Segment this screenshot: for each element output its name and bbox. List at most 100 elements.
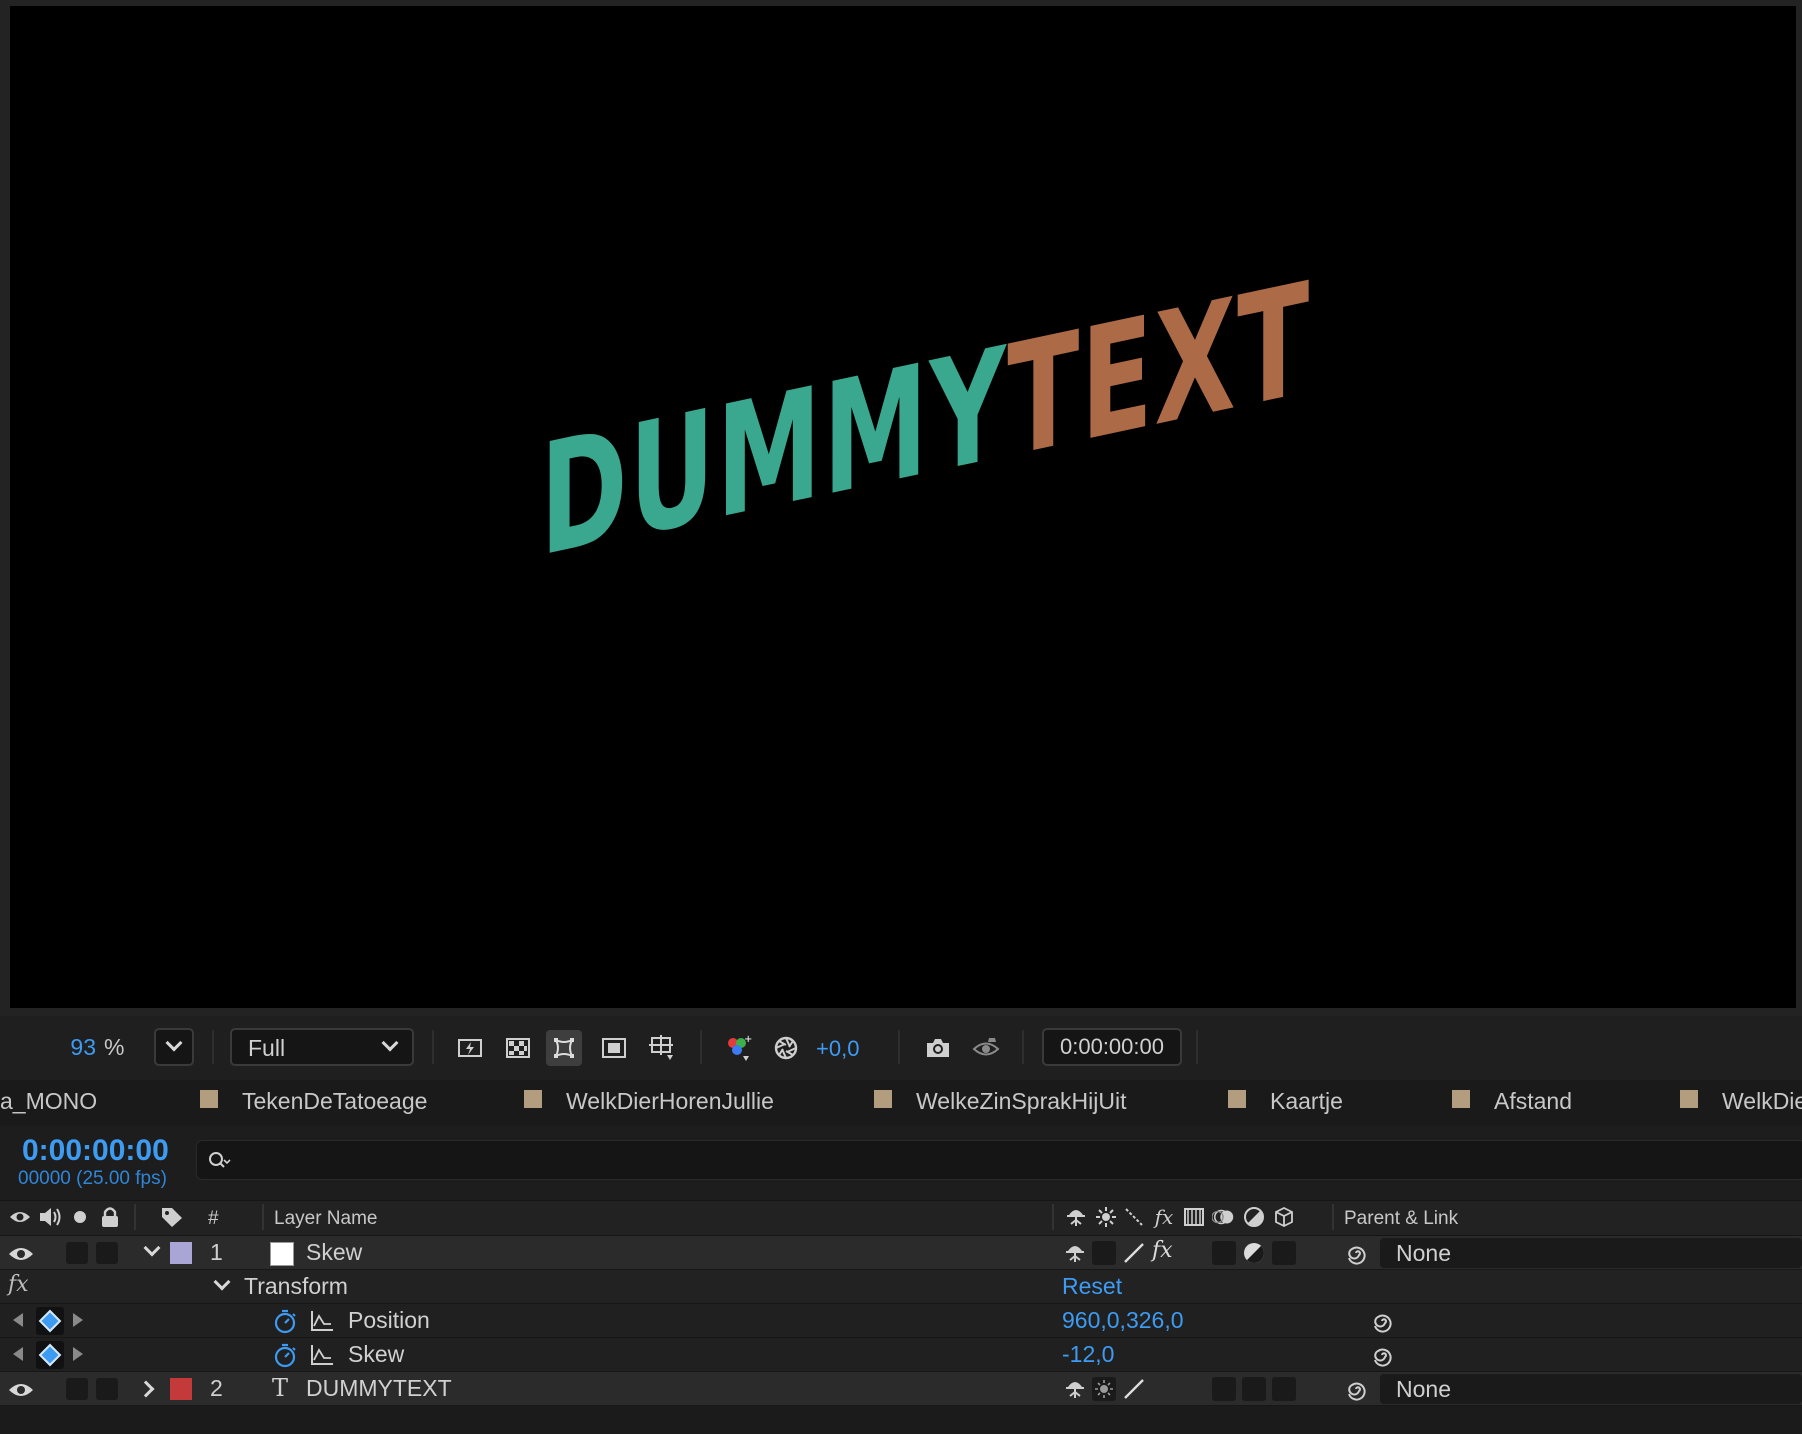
chevron-down-icon[interactable] [213, 1273, 231, 1291]
pick-whip-icon[interactable] [1344, 1377, 1368, 1401]
3d-layer-icon[interactable] [1272, 1205, 1296, 1229]
solo-switch[interactable] [66, 1378, 88, 1400]
motion-blur-icon[interactable] [1212, 1205, 1236, 1229]
composition-viewer-panel: DUMMYTEXT [0, 0, 1802, 1016]
layer-search-input[interactable] [196, 1140, 1802, 1180]
stopwatch-icon[interactable] [272, 1342, 298, 1368]
eye-icon[interactable] [8, 1244, 34, 1264]
graph-editor-icon[interactable] [310, 1344, 334, 1366]
next-keyframe-icon[interactable] [72, 1346, 84, 1362]
shy-icon[interactable] [1064, 1205, 1088, 1229]
column-layer-name[interactable]: Layer Name [274, 1208, 378, 1230]
motion-blur-switch[interactable] [1212, 1377, 1236, 1401]
column-divider [262, 1204, 264, 1230]
shy-icon[interactable] [1064, 1242, 1086, 1264]
eye-icon[interactable] [8, 1205, 32, 1229]
solo-icon[interactable] [68, 1205, 92, 1229]
collapse-transform-icon[interactable] [1094, 1205, 1118, 1229]
reset-exposure-icon[interactable] [768, 1030, 804, 1066]
graph-editor-icon[interactable] [310, 1310, 334, 1332]
frame-rate-info: 00000 (25.00 fps) [18, 1168, 167, 1189]
layer-row-dummytext[interactable]: 2 T DUMMYTEXT None [0, 1372, 1802, 1406]
tab-welkdie[interactable]: WelkDie [1722, 1088, 1802, 1118]
tab-welkezinsprakhijuit[interactable]: WelkeZinSprakHijUit [916, 1088, 1126, 1118]
transform-reset-link[interactable]: Reset [1062, 1273, 1122, 1300]
composition-text: DUMMYTEXT [540, 250, 1311, 592]
effects-fx-icon[interactable]: fx [8, 1272, 29, 1297]
collapse-transform-icon[interactable] [1092, 1377, 1116, 1401]
adjustment-layer-icon[interactable] [1242, 1205, 1266, 1229]
speaker-icon[interactable] [38, 1205, 62, 1229]
tab-afstand[interactable]: Afstand [1494, 1088, 1572, 1118]
layer-label-swatch[interactable] [170, 1378, 192, 1400]
quality-icon[interactable] [1122, 1205, 1146, 1229]
motion-blur-switch[interactable] [1212, 1241, 1236, 1265]
lock-icon[interactable] [98, 1205, 122, 1229]
frame-blending-icon[interactable] [1182, 1205, 1206, 1229]
effects-fx-icon[interactable]: fx [1152, 1205, 1176, 1229]
comp-text-dummy: DUMMY [540, 314, 1008, 592]
stopwatch-icon[interactable] [272, 1308, 298, 1334]
adjustment-layer-icon[interactable] [1242, 1241, 1266, 1265]
column-parent-link[interactable]: Parent & Link [1344, 1208, 1458, 1230]
eye-icon[interactable] [8, 1380, 34, 1400]
property-value[interactable]: -12,0 [1062, 1341, 1114, 1368]
viewer-timecode[interactable]: 0:00:00:00 [1042, 1028, 1182, 1066]
parent-dropdown[interactable]: None [1380, 1374, 1802, 1404]
layer-label-swatch[interactable] [170, 1242, 192, 1264]
current-time-display[interactable]: 0:00:00:00 [22, 1134, 169, 1168]
tab-color-swatch [1228, 1090, 1246, 1108]
tab-tekendetatoeage[interactable]: TekenDeTatoeage [242, 1088, 427, 1118]
text-layer-icon: T [272, 1374, 289, 1402]
composition-viewer[interactable]: DUMMYTEXT [10, 6, 1796, 1008]
previous-keyframe-icon[interactable] [12, 1346, 24, 1362]
property-row-position[interactable]: Position 960,0,326,0 [0, 1304, 1802, 1338]
lock-switch[interactable] [96, 1242, 118, 1264]
camera-snapshot-icon[interactable] [920, 1030, 956, 1066]
3d-layer-switch[interactable] [1272, 1241, 1296, 1265]
toolbar-divider [1196, 1030, 1198, 1064]
solo-switch[interactable] [66, 1242, 88, 1264]
chevron-right-icon[interactable] [137, 1380, 155, 1398]
timeline-empty-area [0, 1406, 1802, 1434]
zoom-dropdown[interactable] [154, 1028, 194, 1066]
adjustment-layer-switch[interactable] [1242, 1377, 1266, 1401]
parent-dropdown[interactable]: None [1380, 1238, 1802, 1268]
exposure-value[interactable]: +0,0 [816, 1036, 859, 1062]
label-tag-icon[interactable] [160, 1205, 184, 1229]
parent-value: None [1396, 1376, 1451, 1402]
layer-row-skew[interactable]: 1 Skew fx None [0, 1236, 1802, 1270]
tab-a-mono[interactable]: a_MONO [0, 1088, 97, 1118]
layer-name[interactable]: DUMMYTEXT [306, 1375, 452, 1402]
fast-previews-icon[interactable] [452, 1030, 488, 1066]
collapse-switch[interactable] [1092, 1241, 1116, 1265]
chevron-down-icon[interactable] [143, 1239, 161, 1257]
tab-kaartje[interactable]: Kaartje [1270, 1088, 1343, 1118]
zoom-value[interactable]: 93 [60, 1034, 96, 1061]
after-effects-window: DUMMYTEXT 93 % Full + +0,0 0:00:00:00 a_… [0, 0, 1802, 1434]
previous-keyframe-icon[interactable] [12, 1312, 24, 1328]
transform-group-row[interactable]: fx Transform Reset [0, 1270, 1802, 1304]
resolution-dropdown[interactable]: Full [230, 1028, 414, 1066]
pick-whip-icon[interactable] [1370, 1309, 1394, 1333]
layer-name[interactable]: Skew [306, 1239, 362, 1266]
pick-whip-icon[interactable] [1344, 1241, 1368, 1265]
show-snapshot-icon[interactable] [968, 1030, 1004, 1066]
layer-number: 1 [210, 1239, 223, 1265]
transparency-grid-icon[interactable] [500, 1030, 536, 1066]
tab-welkdierhorenjullie[interactable]: WelkDierHorenJullie [566, 1088, 774, 1118]
lock-switch[interactable] [96, 1378, 118, 1400]
quality-icon[interactable] [1122, 1241, 1146, 1265]
next-keyframe-icon[interactable] [72, 1312, 84, 1328]
3d-layer-switch[interactable] [1272, 1377, 1296, 1401]
quality-icon[interactable] [1122, 1377, 1146, 1401]
shy-icon[interactable] [1064, 1378, 1086, 1400]
channel-rgb-icon[interactable]: + [720, 1030, 756, 1066]
pick-whip-icon[interactable] [1370, 1343, 1394, 1367]
mask-path-visibility-icon[interactable] [546, 1030, 582, 1066]
region-of-interest-icon[interactable] [596, 1030, 632, 1066]
grid-guides-icon[interactable] [644, 1030, 680, 1066]
property-value[interactable]: 960,0,326,0 [1062, 1307, 1184, 1334]
property-row-skew[interactable]: Skew -12,0 [0, 1338, 1802, 1372]
effects-fx-icon[interactable]: fx [1152, 1238, 1173, 1263]
